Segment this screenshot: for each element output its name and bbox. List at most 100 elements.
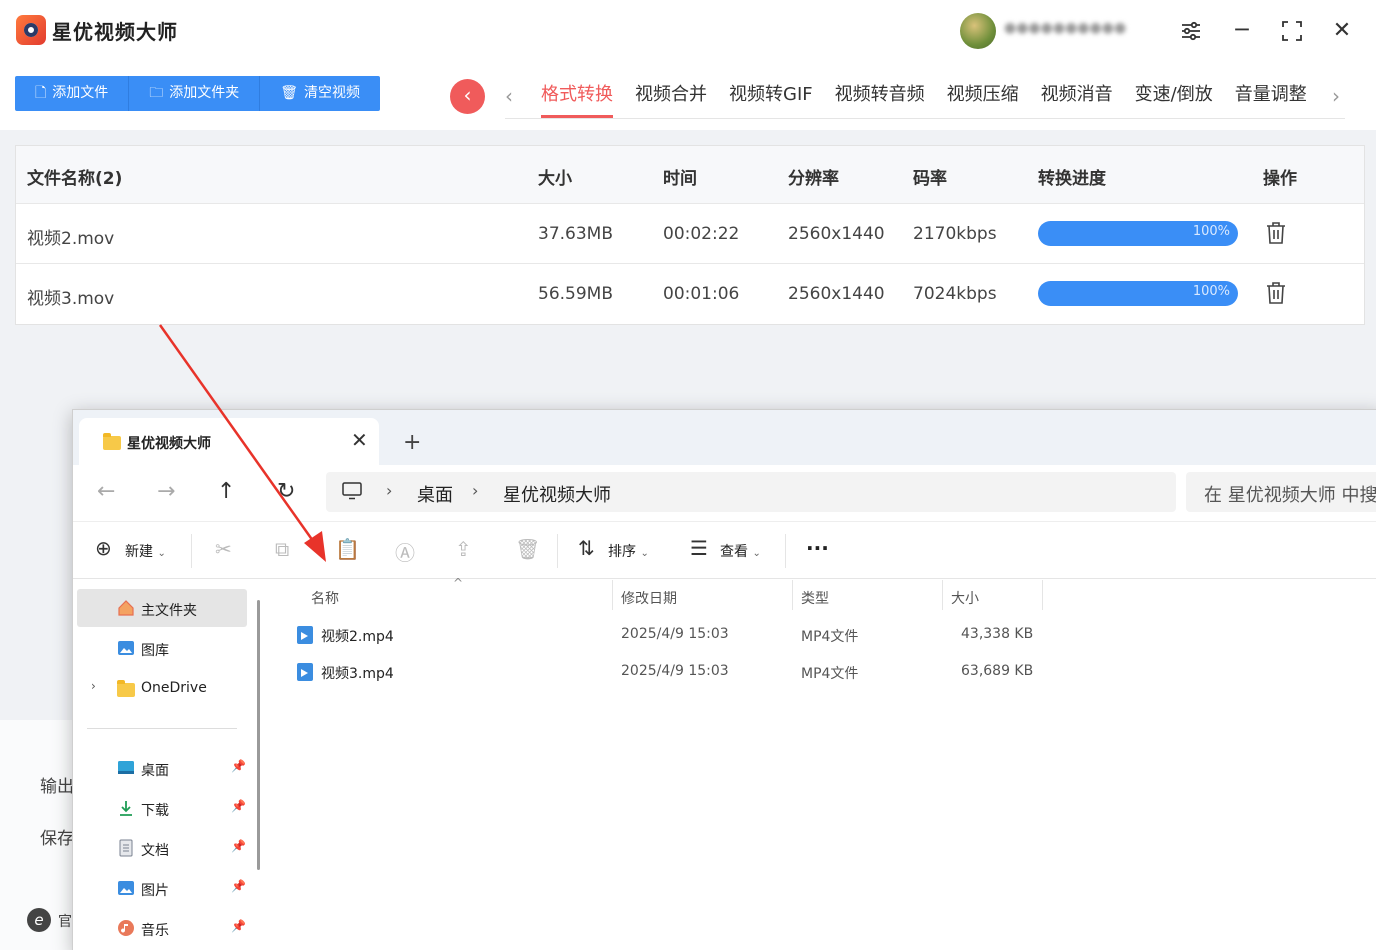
new-button[interactable]: 新建 ⌄ — [125, 541, 166, 561]
save-label: 保存 — [40, 829, 74, 849]
pictures-icon — [117, 879, 135, 897]
pin-icon[interactable]: 📌 — [231, 799, 246, 813]
column-size[interactable]: 大小 — [951, 588, 979, 608]
pin-icon[interactable]: 📌 — [231, 879, 246, 893]
column-type[interactable]: 类型 — [801, 588, 829, 608]
file-row[interactable]: 视频2.mp4 2025/4/9 15:03 MP4文件 43,338 KB — [289, 618, 1049, 654]
add-folder-button[interactable]: 🗀 添加文件夹 — [129, 76, 261, 111]
tabs-scroll-left-icon[interactable]: ‹ — [505, 84, 513, 108]
delete-trash-icon[interactable] — [1266, 281, 1286, 305]
pin-icon[interactable]: 📌 — [231, 919, 246, 933]
add-file-label: 添加文件 — [52, 85, 109, 101]
forward-arrow-icon[interactable]: → — [157, 479, 175, 504]
function-tabs: 格式转换 视频合并 视频转GIF 视频转音频 视频压缩 视频消音 变速/倒放 音… — [530, 82, 1318, 118]
add-file-button[interactable]: 🗋 添加文件 — [15, 76, 130, 111]
row-resolution: 2560x1440 — [788, 224, 885, 244]
sidebar-scrollbar[interactable] — [257, 600, 260, 870]
up-arrow-icon[interactable]: ↑ — [217, 479, 235, 504]
sort-arrows-icon[interactable]: ⇅ — [578, 536, 595, 560]
sidebar-item-downloads[interactable]: 下载 📌 — [77, 789, 247, 827]
column-divider[interactable] — [942, 580, 943, 610]
tab-speed-reverse[interactable]: 变速/倒放 — [1124, 82, 1224, 118]
table-row[interactable]: 视频2.mov 37.63MB 00:02:22 2560x1440 2170k… — [16, 204, 1364, 264]
sidebar-item-gallery[interactable]: 图库 — [77, 629, 247, 667]
settings-sliders-icon[interactable] — [1176, 16, 1206, 46]
tab-video-merge[interactable]: 视频合并 — [624, 82, 718, 118]
output-label: 输出 — [40, 777, 74, 797]
row-time: 00:02:22 — [663, 224, 740, 244]
progress-bar: 100% — [1038, 221, 1238, 246]
sidebar-item-onedrive[interactable]: › OneDrive — [77, 669, 247, 707]
header-progress: 转换进度 — [1038, 169, 1106, 189]
app-title: 星优视频大师 — [52, 20, 178, 44]
address-bar[interactable]: › 桌面 › 星优视频大师 — [326, 472, 1176, 512]
column-divider[interactable] — [612, 580, 613, 610]
delete-trash-icon[interactable] — [1266, 221, 1286, 245]
official-site-icon[interactable]: e — [27, 908, 51, 932]
expand-chevron-right-icon[interactable]: › — [91, 679, 96, 693]
explorer-tabbar: 星优视频大师 ✕ + — [73, 410, 1376, 465]
breadcrumb-folder[interactable]: 星优视频大师 — [503, 481, 611, 507]
music-icon — [117, 919, 135, 937]
copy-icon[interactable]: ⧉ — [275, 537, 289, 561]
share-icon[interactable]: ⇪ — [455, 537, 472, 561]
user-avatar[interactable] — [960, 13, 996, 49]
folder-icon — [117, 680, 135, 697]
new-tab-button[interactable]: + — [403, 430, 421, 455]
sidebar-item-music[interactable]: 音乐 📌 — [77, 909, 247, 947]
breadcrumb-desktop[interactable]: 桌面 — [417, 481, 453, 507]
search-box[interactable]: 在 星优视频大师 中搜索 — [1186, 472, 1376, 512]
home-icon — [117, 599, 135, 617]
close-button[interactable]: ✕ — [1327, 16, 1357, 46]
more-options-button[interactable]: ··· — [806, 536, 829, 560]
pin-icon[interactable]: 📌 — [231, 839, 246, 853]
sidebar-item-label: 主文件夹 — [141, 603, 197, 619]
new-plus-circle-icon[interactable]: ⊕ — [95, 536, 112, 560]
username-blurred[interactable]: ●●●●●●●●●● — [1004, 20, 1154, 40]
table-row[interactable]: 视频3.mov 56.59MB 00:01:06 2560x1440 7024k… — [16, 264, 1364, 324]
minimize-button[interactable]: ─ — [1227, 16, 1257, 46]
progress-text: 100% — [1192, 284, 1230, 299]
official-site-label[interactable]: 官 — [58, 911, 72, 931]
rename-icon[interactable]: Ⓐ — [395, 537, 415, 566]
sidebar-item-documents[interactable]: 文档 📌 — [77, 829, 247, 867]
tab-video-compress[interactable]: 视频压缩 — [936, 82, 1030, 118]
search-placeholder: 在 星优视频大师 中搜索 — [1204, 485, 1376, 506]
tab-video-mute[interactable]: 视频消音 — [1030, 82, 1124, 118]
column-modified[interactable]: 修改日期 — [621, 588, 677, 608]
tab-close-icon[interactable]: ✕ — [351, 428, 368, 452]
desktop-icon — [117, 759, 135, 777]
tabs-scroll-right-icon[interactable]: › — [1332, 84, 1340, 108]
sort-button[interactable]: 排序 ⌄ — [608, 541, 649, 561]
maximize-button[interactable] — [1277, 16, 1307, 46]
collapse-chevron-left-icon[interactable]: ‹ — [450, 79, 485, 114]
cut-scissors-icon[interactable]: ✂ — [215, 537, 232, 561]
view-list-icon[interactable]: ☰ — [690, 536, 708, 560]
view-button[interactable]: 查看 ⌄ — [720, 541, 761, 561]
sidebar-item-home[interactable]: 主文件夹 — [77, 589, 247, 627]
file-row[interactable]: 视频3.mp4 2025/4/9 15:03 MP4文件 63,689 KB — [289, 655, 1049, 691]
column-name[interactable]: 名称 — [311, 588, 339, 608]
sidebar-item-desktop[interactable]: 桌面 📌 — [77, 749, 247, 787]
app-titlebar: 星优视频大师 ●●●●●●●●●● ─ ✕ — [0, 0, 1376, 62]
delete-icon[interactable]: 🗑 — [515, 537, 540, 561]
refresh-icon[interactable]: ↻ — [277, 479, 295, 504]
tab-volume-adjust[interactable]: 音量调整 — [1224, 82, 1318, 118]
clear-videos-button[interactable]: 🗑 清空视频 — [260, 76, 381, 111]
tab-format-convert[interactable]: 格式转换 — [530, 82, 624, 118]
explorer-tab[interactable]: 星优视频大师 ✕ — [79, 418, 379, 465]
clear-videos-label: 清空视频 — [304, 85, 361, 101]
sidebar-item-label: OneDrive — [141, 680, 207, 696]
breadcrumb-separator-icon: › — [472, 481, 479, 500]
sidebar-item-pictures[interactable]: 图片 📌 — [77, 869, 247, 907]
tabs-divider — [505, 118, 1345, 119]
pin-icon[interactable]: 📌 — [231, 759, 246, 773]
column-divider[interactable] — [792, 580, 793, 610]
column-divider[interactable] — [1042, 580, 1043, 610]
back-arrow-icon[interactable]: ← — [97, 479, 115, 504]
command-separator — [785, 534, 786, 568]
chevron-down-icon: ⌄ — [640, 548, 649, 559]
tab-video-to-gif[interactable]: 视频转GIF — [718, 82, 824, 118]
tab-video-to-audio[interactable]: 视频转音频 — [824, 82, 936, 118]
paste-clipboard-icon[interactable]: 📋 — [335, 537, 360, 561]
